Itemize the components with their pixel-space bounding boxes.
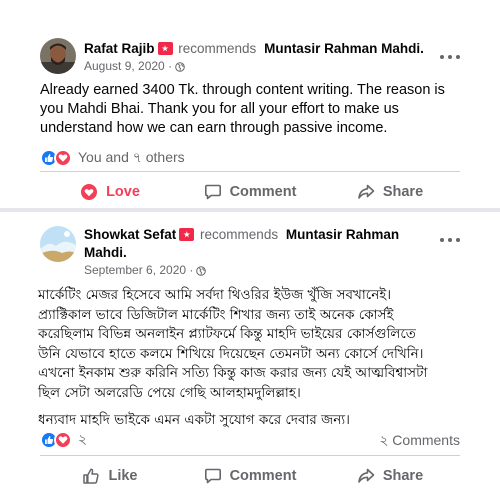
love-button[interactable]: Love	[40, 176, 180, 208]
love-label: Love	[106, 184, 140, 200]
divider	[40, 455, 460, 456]
post-text: মার্কেটিং মেজর হিসেবে আমি সর্বদা থিওরির …	[38, 286, 468, 431]
divider	[40, 171, 460, 172]
share-icon	[358, 468, 375, 483]
comment-icon	[204, 468, 221, 484]
post-text-line: করেছিলাম বিভিন্ন অনলাইন প্ল্যাটফর্মে কিন…	[38, 326, 416, 342]
post-date[interactable]: August 9, 2020 ·	[84, 59, 172, 74]
post-header: Rafat Rajib recommends Muntasir Rahman M…	[84, 40, 424, 58]
page-name-cont[interactable]: Mahdi.	[84, 245, 127, 260]
globe-icon	[196, 265, 207, 276]
post-text-line: ছিল সেটা অলরেডি পেয়ে গেছি আলহামদুলিল্লা…	[38, 384, 301, 401]
avatar[interactable]	[40, 226, 76, 262]
thumbs-up-icon	[83, 468, 100, 484]
recommends-label: recommends	[178, 41, 257, 56]
reactions-count: You and ৭ others	[78, 149, 185, 165]
post-actions: Love Comment Share	[40, 176, 460, 208]
post-card-rafat: Rafat Rajib recommends Muntasir Rahman M…	[0, 0, 500, 212]
page-name[interactable]: Muntasir Rahman Mahdi.	[264, 41, 424, 56]
share-icon	[358, 184, 375, 199]
reactions-count: ২	[78, 431, 88, 447]
recommends-label: recommends	[200, 227, 279, 242]
recommend-badge-icon	[179, 228, 195, 241]
more-options-icon[interactable]	[440, 236, 460, 244]
more-options-icon[interactable]	[440, 53, 460, 61]
like-button[interactable]: Like	[40, 460, 180, 492]
page-name[interactable]: Muntasir Rahman	[286, 227, 399, 242]
post-card-showkat: Showkat Sefat recommends Muntasir Rahman…	[0, 212, 500, 500]
love-reaction-icon	[54, 431, 72, 449]
comment-label: Comment	[229, 468, 297, 484]
post-text-line: মার্কেটিং মেজর হিসেবে আমি সর্বদা থিওরির …	[38, 287, 392, 303]
like-label: Like	[108, 468, 138, 484]
share-button[interactable]: Share	[320, 176, 460, 208]
comment-icon	[204, 184, 221, 200]
recommend-badge-icon	[157, 42, 173, 55]
post-text-line: ধন্যবাদ মাহদি ভাইকে এমন একটা সুযোগ করে দ…	[38, 412, 351, 428]
avatar[interactable]	[40, 38, 76, 74]
comment-label: Comment	[229, 184, 297, 200]
author-name[interactable]: Rafat Rajib	[84, 41, 155, 56]
post-meta: August 9, 2020 ·	[84, 59, 185, 74]
share-button[interactable]: Share	[320, 460, 460, 492]
post-date[interactable]: September 6, 2020 ·	[84, 263, 193, 278]
globe-icon	[175, 61, 185, 72]
share-label: Share	[382, 184, 424, 200]
heart-icon	[81, 184, 98, 200]
reactions-summary[interactable]: You and ৭ others	[40, 146, 185, 170]
author-name[interactable]: Showkat Sefat	[84, 227, 176, 242]
post-text-line: উনি যেভাবে হাতে কলমে শিখিয়ে দিয়েছেন তে…	[38, 345, 424, 362]
post-meta: September 6, 2020 ·	[84, 263, 207, 278]
comments-count[interactable]: ২ Comments	[379, 429, 460, 453]
post-text: Already earned 3400 Tk. through content …	[40, 82, 445, 136]
post-text-line: এখনো ইনকাম শুরু করিনি সত্যি কিন্তু কাজ ক…	[38, 365, 428, 381]
reactions-summary[interactable]: ২	[40, 428, 87, 452]
post-header-line2: Mahdi.	[84, 244, 127, 262]
comment-button[interactable]: Comment	[180, 176, 320, 208]
share-label: Share	[382, 468, 424, 484]
post-actions: Like Comment Share	[40, 460, 460, 492]
comment-button[interactable]: Comment	[180, 460, 320, 492]
post-text-line: প্র্যাক্টিকাল ভাবে ডিজিটাল মার্কেটিং শিখ…	[38, 306, 394, 323]
post-header: Showkat Sefat recommends Muntasir Rahman	[84, 226, 399, 244]
love-reaction-icon	[54, 149, 72, 167]
